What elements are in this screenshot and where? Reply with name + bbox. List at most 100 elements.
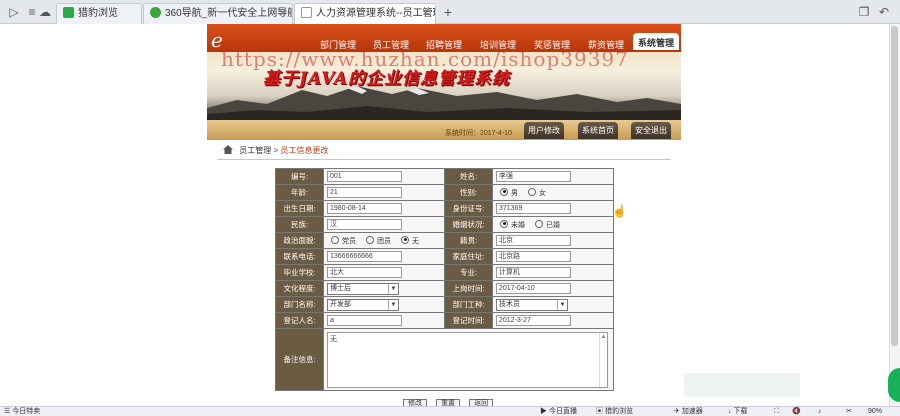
text-field[interactable]: 北京	[496, 235, 571, 246]
field-label: 民族:	[275, 216, 324, 233]
radio-label: 团员	[377, 237, 391, 245]
tab-label: 360导航_新一代安全上网导航	[165, 8, 293, 19]
field-cell: 21	[323, 184, 445, 201]
tab-liebao[interactable]: 猎豹浏览	[56, 3, 142, 24]
select-field[interactable]: 技术员 ▼	[496, 298, 568, 311]
mute-icon[interactable]: 🔇	[792, 407, 801, 416]
field-cell: 男女	[492, 184, 614, 201]
fullscreen-icon[interactable]: ⛶	[774, 407, 779, 416]
form-row: 联系电话: 13666666666 家庭住址: 北京路	[275, 248, 614, 265]
user-edit-button[interactable]: 用户修改	[524, 122, 564, 139]
field-label: 毕业学校:	[275, 264, 324, 281]
select-value: 技术员	[499, 300, 520, 308]
floating-assistant-button[interactable]	[888, 368, 900, 402]
field-cell: 开发部 ▼	[323, 296, 445, 313]
form-row: 毕业学校: 北大 专业: 计算机	[275, 264, 614, 281]
field-cell: 2017-04-10	[492, 280, 614, 297]
form-row-notes: 备注信息: 无 ▲	[275, 328, 614, 391]
text-field[interactable]: 汉	[327, 219, 402, 230]
field-cell: 博士后 ▼	[323, 280, 445, 297]
field-label: 婚姻状况:	[444, 216, 493, 233]
field-label: 部门工种:	[444, 296, 493, 313]
home-button[interactable]: 系统首页	[578, 122, 618, 139]
text-field[interactable]: 北京路	[496, 251, 571, 262]
select-field[interactable]: 博士后 ▼	[327, 282, 399, 295]
status-download-label: 下载	[733, 408, 748, 415]
textarea-scrollbar[interactable]: ▲	[599, 332, 607, 387]
radio-button[interactable]	[331, 235, 339, 244]
360-icon	[150, 7, 161, 18]
notes-textarea[interactable]: 无 ▲	[327, 331, 608, 388]
field-label: 登记人名:	[275, 312, 324, 329]
browser-tab-bar: ▷ ≡ ☁ 猎豹浏览 360导航_新一代安全上网导航 ✕ 人力资源管理系统--员…	[0, 0, 900, 24]
form-row: 编号: 001 姓名: 李强	[275, 168, 614, 185]
close-icon[interactable]: ✕	[279, 4, 287, 24]
field-cell: 1980-08-14	[323, 200, 445, 217]
field-label: 身份证号:	[444, 200, 493, 217]
field-label: 文化程度:	[275, 280, 324, 297]
field-label: 专业:	[444, 264, 493, 281]
field-cell: 001	[323, 168, 445, 185]
text-field[interactable]: 北大	[327, 267, 402, 278]
logout-button[interactable]: 安全退出	[631, 122, 671, 139]
radio-button[interactable]	[500, 187, 508, 196]
status-liebao-link[interactable]: ▣ 猎豹浏览	[596, 407, 633, 416]
text-field[interactable]: 13666666666	[327, 251, 402, 262]
status-live-link[interactable]: ▶ 今日直播	[540, 407, 577, 416]
undo-icon[interactable]: ↶	[876, 4, 892, 20]
radio-button[interactable]	[535, 219, 543, 228]
volume-icon[interactable]: ♪	[818, 407, 822, 416]
mouse-cursor-icon: ☝	[612, 204, 627, 218]
breadcrumb: 员工管理 > 员工信息更改	[223, 145, 328, 159]
form-row: 部门名称: 开发部 ▼ 部门工种: 技术员 ▼	[275, 296, 614, 313]
breadcrumb-section[interactable]: 员工管理	[239, 146, 271, 155]
tab-hr-system[interactable]: 人力资源管理系统--员工管理 ✕	[294, 3, 436, 24]
home-icon	[223, 145, 233, 154]
form-row: 出生日期: 1980-08-14 身份证号: 371369	[275, 200, 614, 217]
radio-button[interactable]	[500, 219, 508, 228]
text-field[interactable]: 21	[327, 187, 402, 198]
screenshot-icon[interactable]: ✂	[846, 407, 852, 416]
close-icon[interactable]: ✕	[422, 4, 430, 24]
text-field[interactable]: a	[327, 315, 402, 326]
text-field[interactable]: 李强	[496, 171, 571, 182]
page-margin-left	[0, 24, 207, 406]
text-field[interactable]: 371369	[496, 203, 571, 214]
radio-button[interactable]	[366, 235, 374, 244]
field-cell: 2012-3-27	[492, 312, 614, 329]
text-field[interactable]: 001	[327, 171, 402, 182]
tab-360[interactable]: 360导航_新一代安全上网导航 ✕	[143, 3, 293, 24]
field-label: 年龄:	[275, 184, 324, 201]
field-cell: 党员 团员 无	[323, 232, 445, 249]
form-row: 登记人名: a 登记时间: 2012-3-27	[275, 312, 614, 329]
text-field[interactable]: 计算机	[496, 267, 571, 278]
select-field[interactable]: 开发部 ▼	[327, 298, 399, 311]
text-field[interactable]: 2012-3-27	[496, 315, 571, 326]
site-title: 基于JAVA的企业信息管理系统	[263, 69, 511, 89]
page-icon	[301, 7, 312, 18]
chevron-down-icon: ▼	[388, 283, 398, 294]
form-row: 民族: 汉 婚姻状况: 未婚 已婚	[275, 216, 614, 233]
status-accelerator-link[interactable]: ✈ 加速器	[674, 407, 703, 416]
cloud-icon[interactable]: ☁	[37, 4, 53, 20]
new-tab-button[interactable]: +	[440, 4, 456, 20]
status-accelerator-label: 加速器	[681, 408, 703, 415]
radio-label: 未婚	[511, 221, 525, 229]
radio-label: 女	[539, 189, 546, 197]
status-deals-label: 今日特卖	[12, 408, 41, 415]
sidebar-toggle-icon[interactable]: ▷	[6, 4, 22, 20]
form-row: 年龄: 21 性别: 男女	[275, 184, 614, 201]
status-liebao-label: 猎豹浏览	[604, 408, 633, 415]
text-field[interactable]: 2017-04-10	[496, 283, 571, 294]
status-deals-link[interactable]: ☰ 今日特卖	[4, 407, 40, 416]
radio-button[interactable]	[401, 235, 409, 244]
field-label: 联系电话:	[275, 248, 324, 265]
window-icon[interactable]: ❐	[856, 4, 872, 20]
nav-system[interactable]: 系统管理	[633, 33, 680, 50]
radio-button[interactable]	[528, 187, 536, 196]
employee-form: 编号: 001 姓名: 李强 年龄: 21 性别: 男女出生日期: 1980-08-14 身份证号…	[275, 168, 614, 391]
zoom-level[interactable]: 90%	[868, 407, 882, 416]
scrollbar-thumb[interactable]	[891, 26, 898, 346]
text-field[interactable]: 1980-08-14	[327, 203, 402, 214]
status-download-link[interactable]: ↓ 下载	[728, 407, 747, 416]
